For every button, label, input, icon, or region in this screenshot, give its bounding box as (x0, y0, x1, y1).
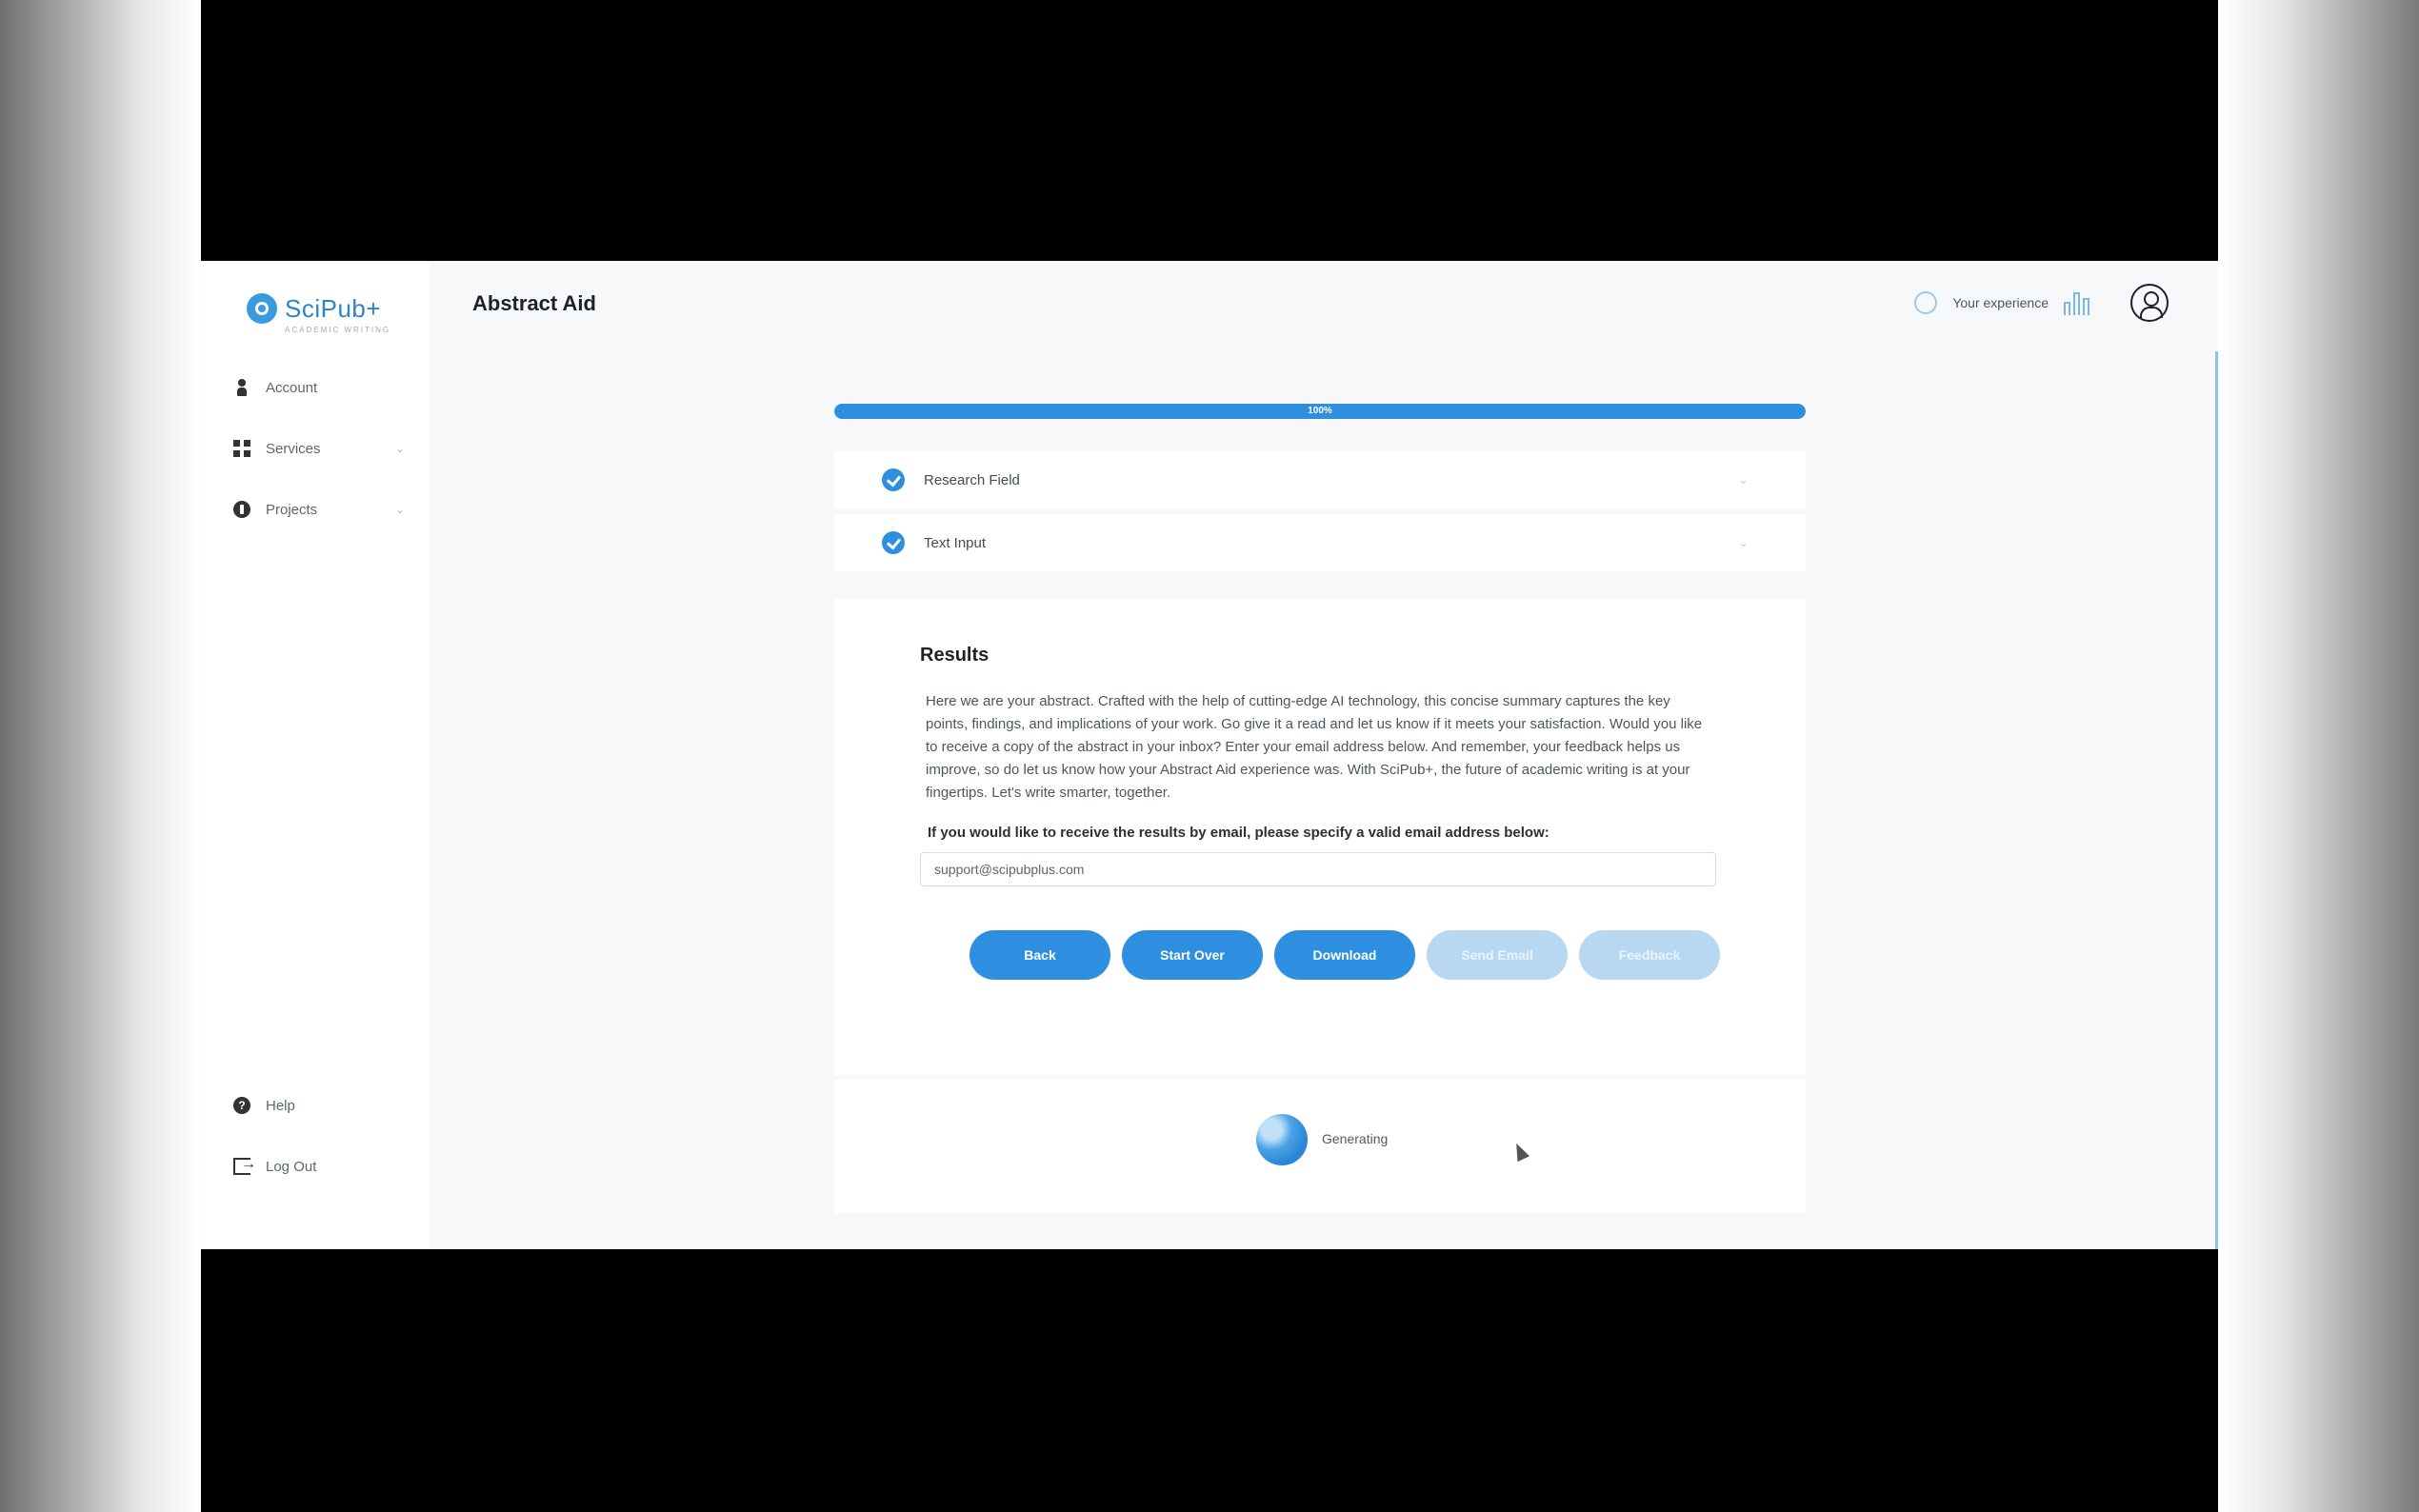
sidebar-item-label: Help (266, 1097, 295, 1114)
sidebar-item-label: Log Out (266, 1158, 317, 1175)
sidebar-item-label: Services (266, 440, 321, 457)
experience-label[interactable]: Your experience (1952, 295, 2049, 310)
logo-icon (247, 293, 277, 324)
page-title: Abstract Aid (472, 291, 596, 315)
logo[interactable]: SciPub+ ACADEMIC WRITING (247, 293, 389, 334)
letterbox-bottom (201, 1249, 2218, 1512)
logo-text: SciPub+ (285, 293, 382, 323)
download-button[interactable]: Download (1274, 930, 1415, 980)
email-prompt: If you would like to receive the results… (928, 825, 1549, 841)
check-circle-icon (882, 531, 905, 554)
app-window: SciPub+ ACADEMIC WRITING Account Service… (201, 261, 2218, 1249)
header-actions: Your experience (1914, 284, 2169, 322)
logout-icon (233, 1156, 256, 1175)
step-research-field[interactable]: Research Field ⌄ (834, 451, 1806, 508)
chevron-down-icon: ⌄ (1738, 535, 1749, 549)
sidebar-item-help[interactable]: Help (233, 1097, 405, 1114)
generating-panel: Generating (834, 1080, 1806, 1213)
send-email-button[interactable]: Send Email (1427, 930, 1568, 980)
email-field[interactable] (920, 852, 1716, 886)
chevron-down-icon: ⌄ (1738, 472, 1749, 487)
bar-chart-icon[interactable] (2064, 290, 2096, 315)
sidebar: SciPub+ ACADEMIC WRITING Account Service… (201, 261, 430, 1249)
step-label: Text Input (924, 534, 987, 551)
help-icon (233, 1097, 250, 1114)
action-buttons: Back Start Over Download Send Email Feed… (970, 930, 1720, 980)
results-title: Results (920, 645, 990, 666)
start-over-button[interactable]: Start Over (1122, 930, 1263, 980)
sidebar-item-services[interactable]: Services ⌄ (233, 440, 405, 457)
step-text-input[interactable]: Text Input ⌄ (834, 514, 1806, 571)
sidebar-item-projects[interactable]: Projects ⌄ (233, 501, 405, 518)
chevron-down-icon: ⌄ (394, 503, 405, 516)
letterbox-top (201, 0, 2218, 261)
check-circle-icon (882, 468, 905, 491)
logo-tagline: ACADEMIC WRITING (285, 326, 391, 334)
experience-icon (1914, 291, 1938, 314)
person-icon (233, 379, 250, 396)
feedback-button[interactable]: Feedback (1579, 930, 1720, 980)
generating-status: Generating (1322, 1131, 1389, 1146)
progress-text: 100% (1308, 406, 1332, 416)
sidebar-item-label: Account (266, 379, 318, 396)
loading-spinner-icon (1256, 1114, 1308, 1165)
results-body: Here we are your abstract. Crafted with … (926, 693, 1703, 801)
step-label: Research Field (924, 471, 1020, 488)
sidebar-item-label: Projects (266, 501, 318, 518)
results-card: Results Here we are your abstract. Craft… (834, 599, 1806, 1075)
chevron-down-icon: ⌄ (394, 442, 405, 455)
grid-icon (233, 440, 250, 457)
projects-icon (233, 501, 250, 518)
progress-bar: 100% (834, 404, 1806, 419)
user-profile-icon[interactable] (2130, 284, 2169, 322)
scrollbar[interactable] (2215, 351, 2218, 1249)
sidebar-item-account[interactable]: Account (233, 379, 405, 396)
back-button[interactable]: Back (970, 930, 1110, 980)
sidebar-item-logout[interactable]: Log Out (233, 1156, 405, 1175)
